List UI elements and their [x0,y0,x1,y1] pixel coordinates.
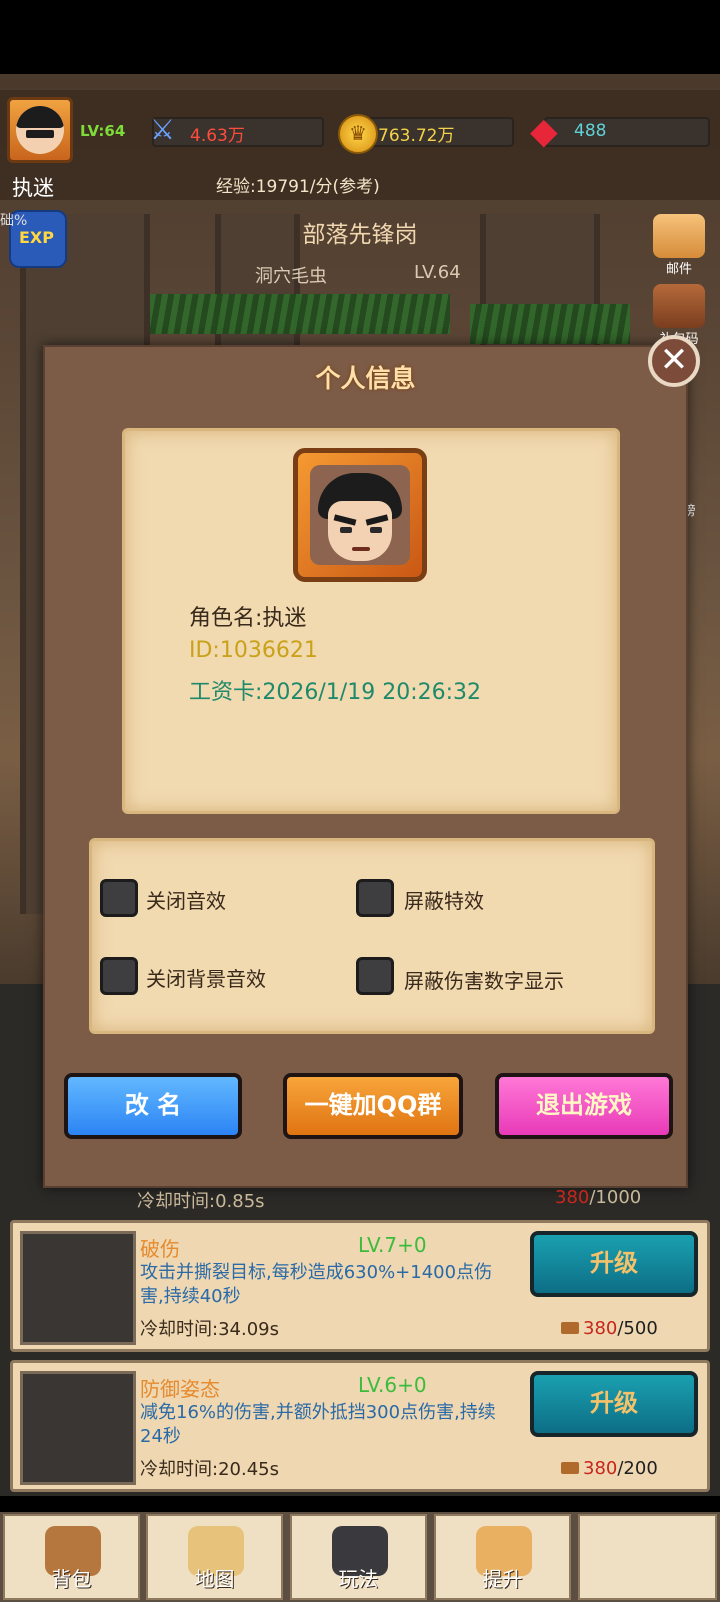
mute-sfx-label: 关闭音效 [146,889,226,913]
skill-cooldown: 冷却时间:20.45s [140,1459,279,1480]
crossed-swords-icon: ⚔ [150,113,176,146]
upgrade-button[interactable]: 升级 [530,1371,698,1437]
cost-value: 380 [555,1187,590,1208]
grass [470,304,630,344]
player-name: 执迷 [12,176,54,200]
avatar-face [16,106,64,154]
cost-value: 380 [583,1318,618,1339]
exp-rate: 经验:19791/分(参考) [216,177,380,197]
hide-damage-numbers-checkbox[interactable] [356,957,394,995]
skill-name: 破伤 [140,1237,180,1261]
join-qq-group-button[interactable]: 一键加QQ群 [283,1073,463,1139]
mute-bgm-label: 关闭背景音效 [146,967,266,991]
hide-effects-checkbox[interactable] [356,879,394,917]
cost-max: /500 [617,1318,658,1339]
nav-label: 提升 [482,1567,523,1591]
avatar[interactable] [7,97,73,163]
pay-card: 工资卡:2026/1/19 20:26:32 [189,680,482,705]
skill-book-icon [561,1462,579,1474]
status-bar-area [0,0,720,74]
power-value: 4.63万 [190,126,245,146]
skill-card: 破伤 LV.7+0 攻击并撕裂目标,每秒造成630%+1400点伤害,持续40秒… [10,1220,710,1352]
mute-bgm-checkbox[interactable] [100,957,138,995]
mute-sfx-checkbox[interactable] [100,879,138,917]
close-icon: ✕ [659,340,689,380]
skill-level: LV.7+0 [358,1233,427,1257]
mail-icon [653,214,705,258]
skill-description: 攻击并撕裂目标,每秒造成630%+1400点伤害,持续40秒 [140,1262,493,1307]
mail-label: 邮件 [665,262,692,277]
rend-skill-icon [20,1231,136,1345]
gold-coin-icon: ♛ [338,114,378,154]
nav-gameplay[interactable]: 玩法 [290,1514,427,1600]
nav-label: 背包 [51,1567,92,1591]
rename-button[interactable]: 改 名 [64,1073,242,1139]
close-button[interactable]: ✕ [648,335,700,387]
enemy-level: LV.64 [414,262,461,283]
settings-card [89,838,655,1034]
enemy-name: 洞穴毛虫 [255,266,327,287]
cost-max: /1000 [589,1187,642,1208]
upgrade-cost: 380/200 [561,1458,658,1479]
nav-upgrade[interactable]: 提升 [434,1514,571,1600]
skill-book-icon [561,1322,579,1334]
hide-damage-numbers-label: 屏蔽伤害数字显示 [404,969,564,993]
profile-portrait [293,448,427,582]
player-id: ID:1036621 [189,638,318,663]
skill-cooldown-peek: 冷却时间:0.85s [137,1191,265,1212]
nav-map[interactable]: 地图 [146,1514,283,1600]
skill-cost-peek: 380/1000 [555,1187,641,1208]
exit-game-button[interactable]: 退出游戏 [495,1073,673,1139]
cost-max: /200 [617,1458,658,1479]
upgrade-button[interactable]: 升级 [530,1231,698,1297]
mail-button[interactable]: 邮件 [650,214,708,277]
shield-skill-icon [20,1371,136,1485]
hide-effects-label: 屏蔽特效 [404,889,484,913]
portrait-face [310,465,410,565]
role-name: 角色名:执迷 [189,606,307,631]
ruby-gem-icon: ◆ [530,111,558,152]
upgrade-cost: 380/500 [561,1318,658,1339]
skill-cooldown: 冷却时间:34.09s [140,1319,279,1340]
cost-value: 380 [583,1458,618,1479]
grass [150,294,450,334]
skill-name: 防御姿态 [140,1377,220,1401]
gold-value: 763.72万 [378,126,455,146]
stage-name: 部落先锋岗 [302,222,418,248]
nav-backpack[interactable]: 背包 [3,1514,140,1600]
player-level: LV:64 [80,122,126,140]
skill-level: LV.6+0 [358,1373,427,1397]
nav-label: 玩法 [338,1567,379,1591]
skill-card: 防御姿态 LV.6+0 减免16%的伤害,并额外抵挡300点伤害,持续24秒 冷… [10,1360,710,1492]
skill-description: 减免16%的伤害,并额外抵挡300点伤害,持续24秒 [140,1402,496,1447]
nav-empty-slot [578,1514,717,1600]
treasure-chest-icon [653,284,705,328]
modal-title: 个人信息 [315,364,416,393]
gem-value: 488 [574,121,607,141]
nav-label: 地图 [194,1567,235,1591]
